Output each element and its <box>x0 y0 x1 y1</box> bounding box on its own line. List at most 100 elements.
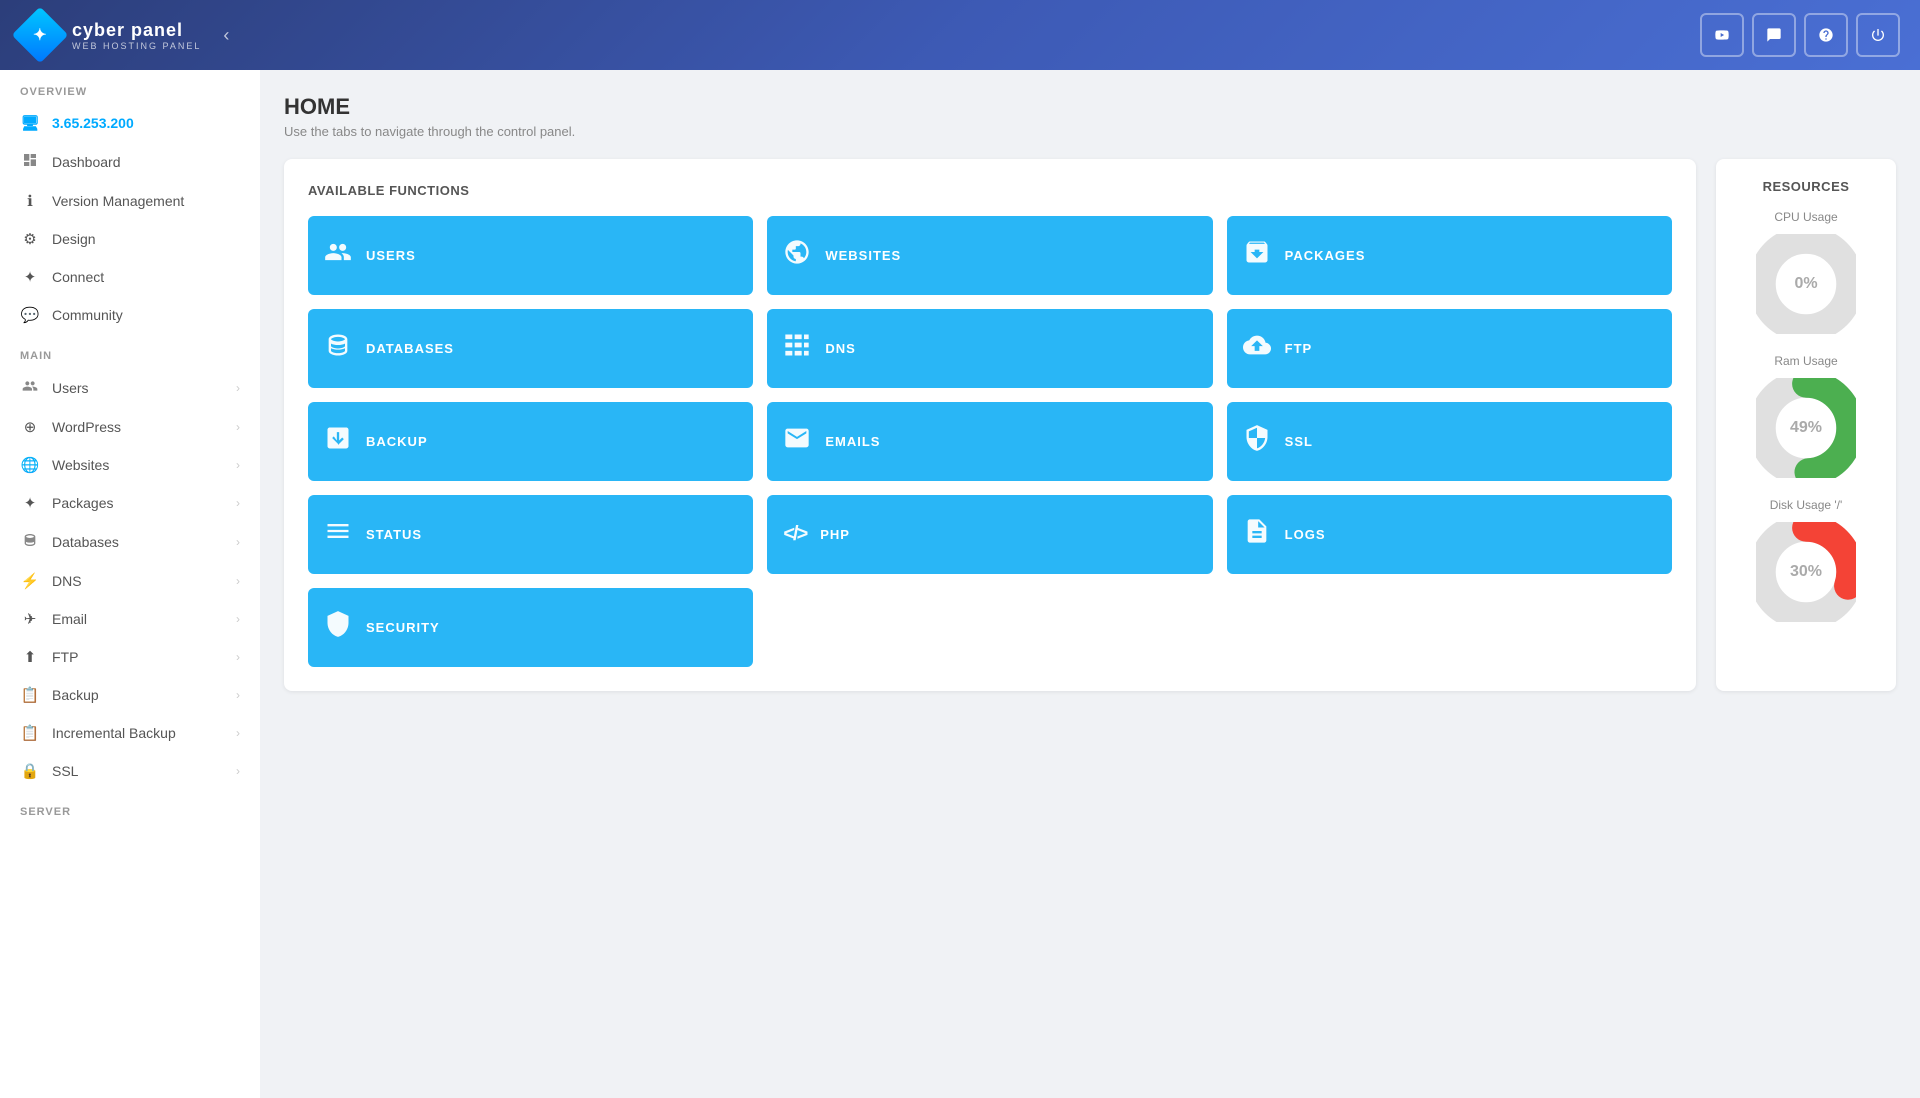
incremental-backup-arrow: › <box>236 726 240 740</box>
brand-sub: WEB HOSTING PANEL <box>72 41 201 51</box>
sidebar-item-ssl[interactable]: 🔒 SSL › <box>0 752 260 790</box>
ftp-label: FTP <box>52 649 224 665</box>
sidebar-item-ftp[interactable]: ⬆ FTP › <box>0 638 260 676</box>
func-status-icon <box>324 517 352 552</box>
func-card-ssl[interactable]: SSL <box>1227 402 1672 481</box>
incremental-backup-icon: 📋 <box>20 724 40 742</box>
ftp-arrow: › <box>236 650 240 664</box>
packages-arrow: › <box>236 496 240 510</box>
disk-resource: Disk Usage '/' 30% <box>1732 498 1880 622</box>
sidebar-item-design[interactable]: ⚙ Design <box>0 220 260 258</box>
func-emails-icon <box>783 424 811 459</box>
sidebar-item-email[interactable]: ✈ Email › <box>0 600 260 638</box>
func-card-emails[interactable]: EMAILS <box>767 402 1212 481</box>
dashboard-icon <box>20 152 40 172</box>
ram-value: 49% <box>1790 419 1822 437</box>
databases-label: Databases <box>52 534 224 550</box>
packages-label: Packages <box>52 495 224 511</box>
incremental-backup-label: Incremental Backup <box>52 725 224 741</box>
backup-arrow: › <box>236 688 240 702</box>
wordpress-arrow: › <box>236 420 240 434</box>
header-actions <box>1700 13 1900 57</box>
youtube-button[interactable] <box>1700 13 1744 57</box>
func-card-dns[interactable]: DNS <box>767 309 1212 388</box>
func-ftp-label: FTP <box>1285 341 1313 356</box>
sidebar-collapse-button[interactable]: ‹ <box>223 25 229 46</box>
sidebar-item-databases[interactable]: Databases › <box>0 522 260 562</box>
sidebar-item-users[interactable]: Users › <box>0 368 260 408</box>
func-backup-icon <box>324 424 352 459</box>
func-ssl-label: SSL <box>1285 434 1313 449</box>
func-websites-label: WEBSITES <box>825 248 901 263</box>
design-icon: ⚙ <box>20 230 40 248</box>
community-label: Community <box>52 307 240 323</box>
func-card-databases[interactable]: DATABASES <box>308 309 753 388</box>
sidebar-item-dns[interactable]: ⚡ DNS › <box>0 562 260 600</box>
func-card-logs[interactable]: LOGS <box>1227 495 1672 574</box>
func-dns-icon <box>783 331 811 366</box>
func-packages-label: PACKAGES <box>1285 248 1366 263</box>
func-databases-icon <box>324 331 352 366</box>
ssl-label: SSL <box>52 763 224 779</box>
info-icon: ℹ <box>20 192 40 210</box>
disk-donut: 30% <box>1756 522 1856 622</box>
sidebar-item-dashboard[interactable]: Dashboard <box>0 142 260 182</box>
ram-label: Ram Usage <box>1732 354 1880 368</box>
connect-icon: ✦ <box>20 268 40 286</box>
design-label: Design <box>52 231 240 247</box>
sidebar-item-ip[interactable]: 🖥 3.65.253.200 <box>0 104 260 142</box>
email-label: Email <box>52 611 224 627</box>
func-ssl-icon <box>1243 424 1271 459</box>
sidebar-item-packages[interactable]: ✦ Packages › <box>0 484 260 522</box>
sidebar-item-websites[interactable]: 🌐 Websites › <box>0 446 260 484</box>
monitor-icon: 🖥 <box>20 114 40 132</box>
dns-icon: ⚡ <box>20 572 40 590</box>
support-button[interactable] <box>1804 13 1848 57</box>
websites-icon: 🌐 <box>20 456 40 474</box>
email-arrow: › <box>236 612 240 626</box>
sidebar-item-wordpress[interactable]: ⊕ WordPress › <box>0 408 260 446</box>
websites-label: Websites <box>52 457 224 473</box>
disk-label: Disk Usage '/' <box>1732 498 1880 512</box>
backup-icon: 📋 <box>20 686 40 704</box>
cpu-resource: CPU Usage 0% <box>1732 210 1880 334</box>
ram-resource: Ram Usage 49% <box>1732 354 1880 478</box>
func-card-websites[interactable]: WEBSITES <box>767 216 1212 295</box>
func-status-label: STATUS <box>366 527 422 542</box>
sidebar-item-backup[interactable]: 📋 Backup › <box>0 676 260 714</box>
websites-arrow: › <box>236 458 240 472</box>
sidebar-item-version-management[interactable]: ℹ Version Management <box>0 182 260 220</box>
sidebar-item-community[interactable]: 💬 Community <box>0 296 260 334</box>
wordpress-icon: ⊕ <box>20 418 40 436</box>
cpu-label: CPU Usage <box>1732 210 1880 224</box>
func-card-backup[interactable]: BACKUP <box>308 402 753 481</box>
connect-label: Connect <box>52 269 240 285</box>
users-label: Users <box>52 380 224 396</box>
func-card-users[interactable]: USERS <box>308 216 753 295</box>
chat-button[interactable] <box>1752 13 1796 57</box>
func-card-php[interactable]: </> PHP <box>767 495 1212 574</box>
func-card-ftp[interactable]: FTP <box>1227 309 1672 388</box>
server-section-label: SERVER <box>0 790 260 824</box>
dns-arrow: › <box>236 574 240 588</box>
power-button[interactable] <box>1856 13 1900 57</box>
func-packages-icon <box>1243 238 1271 273</box>
logo-text: cyber panel WEB HOSTING PANEL <box>72 20 201 51</box>
main-section-label: MAIN <box>0 334 260 368</box>
func-card-status[interactable]: STATUS <box>308 495 753 574</box>
layout: OVERVIEW 🖥 3.65.253.200 Dashboard ℹ Vers… <box>0 70 1920 1098</box>
func-card-packages[interactable]: PACKAGES <box>1227 216 1672 295</box>
sidebar-item-connect[interactable]: ✦ Connect <box>0 258 260 296</box>
func-php-label: PHP <box>820 527 850 542</box>
func-card-security[interactable]: SECURITY <box>308 588 753 667</box>
users-arrow: › <box>236 381 240 395</box>
func-php-icon: </> <box>783 523 806 546</box>
func-logs-icon <box>1243 517 1271 552</box>
sidebar-item-incremental-backup[interactable]: 📋 Incremental Backup › <box>0 714 260 752</box>
header-left: ✦ cyber panel WEB HOSTING PANEL ‹ <box>20 15 229 55</box>
databases-arrow: › <box>236 535 240 549</box>
overview-section-label: OVERVIEW <box>0 70 260 104</box>
func-websites-icon <box>783 238 811 273</box>
email-icon: ✈ <box>20 610 40 628</box>
disk-value: 30% <box>1790 563 1822 581</box>
